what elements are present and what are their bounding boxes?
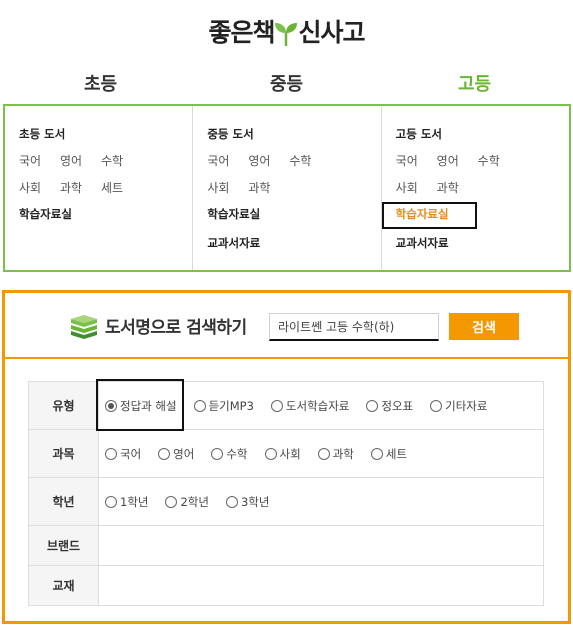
radio-grade-2[interactable]: 2학년 — [165, 494, 209, 510]
logo-text-right: 신사고 — [298, 18, 366, 47]
radio-icon[interactable] — [165, 495, 178, 508]
radio-icon[interactable] — [430, 399, 443, 412]
menu-mid-study-room[interactable]: 학습자료실 — [207, 206, 366, 221]
radio-type-errata[interactable]: 정오표 — [366, 398, 413, 414]
menu-item-elem-math[interactable]: 수학 — [101, 152, 142, 168]
menu-item-high-english[interactable]: 영어 — [437, 152, 478, 168]
radio-icon[interactable] — [264, 447, 277, 460]
radio-subject-math[interactable]: 수학 — [211, 446, 248, 462]
menu-item-mid-math[interactable]: 수학 — [289, 152, 330, 168]
radio-icon[interactable] — [270, 399, 283, 412]
radio-grade-1[interactable]: 1학년 — [105, 494, 148, 510]
menu-title-middle[interactable]: 중등 도서 — [207, 126, 366, 141]
menu-item-high-science[interactable]: 과학 — [437, 179, 478, 195]
menu-item-mid-social[interactable]: 사회 — [207, 179, 248, 195]
menu-item-mid-science[interactable]: 과학 — [248, 179, 289, 195]
menu-item-elem-social[interactable]: 사회 — [19, 179, 60, 195]
radio-subject-english[interactable]: 영어 — [158, 446, 194, 462]
radio-icon[interactable] — [225, 495, 238, 508]
menu-item-mid-korean[interactable]: 국어 — [207, 152, 248, 168]
filter-brand-options — [98, 525, 544, 566]
menu-item-high-math[interactable]: 수학 — [478, 152, 519, 168]
books-icon — [69, 313, 99, 339]
radio-type-study-material[interactable]: 도서학습자료 — [270, 398, 349, 414]
leaf-book-icon — [273, 20, 299, 50]
menu-title-high[interactable]: 고등 도서 — [396, 126, 555, 141]
radio-icon[interactable] — [105, 447, 117, 460]
radio-icon[interactable] — [193, 399, 206, 412]
tab-high[interactable]: 고등 — [458, 70, 491, 96]
tab-middle[interactable]: 중등 — [270, 70, 303, 96]
menu-item-elem-science[interactable]: 과학 — [60, 179, 101, 195]
radio-type-other[interactable]: 기타자료 — [430, 398, 487, 414]
menu-title-elementary[interactable]: 초등 도서 — [19, 126, 178, 141]
radio-icon[interactable] — [317, 447, 330, 460]
menu-mid-textbook[interactable]: 교과서자료 — [207, 235, 366, 250]
menu-item-elem-english[interactable]: 영어 — [60, 152, 101, 168]
search-button[interactable]: 검색 — [449, 313, 519, 340]
search-header: 도서명으로 검색하기 검색 — [5, 293, 568, 359]
menu-item-mid-english[interactable]: 영어 — [248, 152, 289, 168]
filter-label-brand: 브랜드 — [28, 525, 99, 566]
filter-textbook-options — [98, 565, 544, 606]
highlight-box-study-room — [381, 202, 477, 229]
menu-col-high: 고등 도서 국어 영어 수학 사회 과학 학습자료실 교과서자료 — [381, 106, 569, 270]
highlight-box-answer-option — [96, 379, 184, 431]
filter-label-grade: 학년 — [28, 477, 99, 526]
search-title: 도서명으로 검색하기 — [105, 318, 247, 338]
radio-subject-social[interactable]: 사회 — [264, 446, 301, 462]
radio-icon[interactable] — [105, 495, 117, 508]
book-search-input[interactable] — [269, 313, 439, 341]
radio-subject-set[interactable]: 세트 — [370, 446, 407, 462]
tab-elementary[interactable]: 초등 — [84, 70, 117, 96]
radio-icon[interactable] — [370, 447, 383, 460]
radio-type-mp3[interactable]: 듣기MP3 — [193, 398, 254, 414]
filter-label-subject: 과목 — [28, 429, 99, 478]
menu-col-middle: 중등 도서 국어 영어 수학 사회 과학 학습자료실 교과서자료 — [193, 106, 382, 270]
radio-icon[interactable] — [211, 447, 224, 460]
filter-label-textbook: 교재 — [28, 565, 99, 606]
radio-icon[interactable] — [158, 447, 171, 460]
category-menu: 초등 도서 국어 영어 수학 사회 과학 세트 학습자료실 중등 도서 국어 영… — [3, 104, 571, 272]
radio-icon[interactable] — [366, 399, 379, 412]
logo-text-left: 좋은책 — [208, 18, 275, 47]
menu-item-high-social[interactable]: 사회 — [396, 179, 437, 195]
menu-elem-study-room[interactable]: 학습자료실 — [19, 206, 178, 221]
radio-grade-3[interactable]: 3학년 — [225, 494, 269, 510]
menu-item-elem-korean[interactable]: 국어 — [19, 152, 60, 168]
menu-high-textbook[interactable]: 교과서자료 — [396, 235, 555, 250]
search-panel: 도서명으로 검색하기 검색 유형 정답과 해설 듣기MP3 도서학습자료 정오표… — [2, 290, 571, 624]
radio-subject-korean[interactable]: 국어 — [105, 446, 141, 462]
radio-subject-science[interactable]: 과학 — [317, 446, 354, 462]
brand-logo[interactable]: 좋은책 신사고 — [0, 8, 573, 58]
menu-col-elementary: 초등 도서 국어 영어 수학 사회 과학 세트 학습자료실 — [5, 106, 194, 270]
menu-item-elem-set[interactable]: 세트 — [101, 179, 142, 195]
filter-label-type: 유형 — [28, 381, 99, 430]
menu-item-high-korean[interactable]: 국어 — [396, 152, 437, 168]
level-tabs: 초등 중등 고등 — [0, 70, 573, 96]
